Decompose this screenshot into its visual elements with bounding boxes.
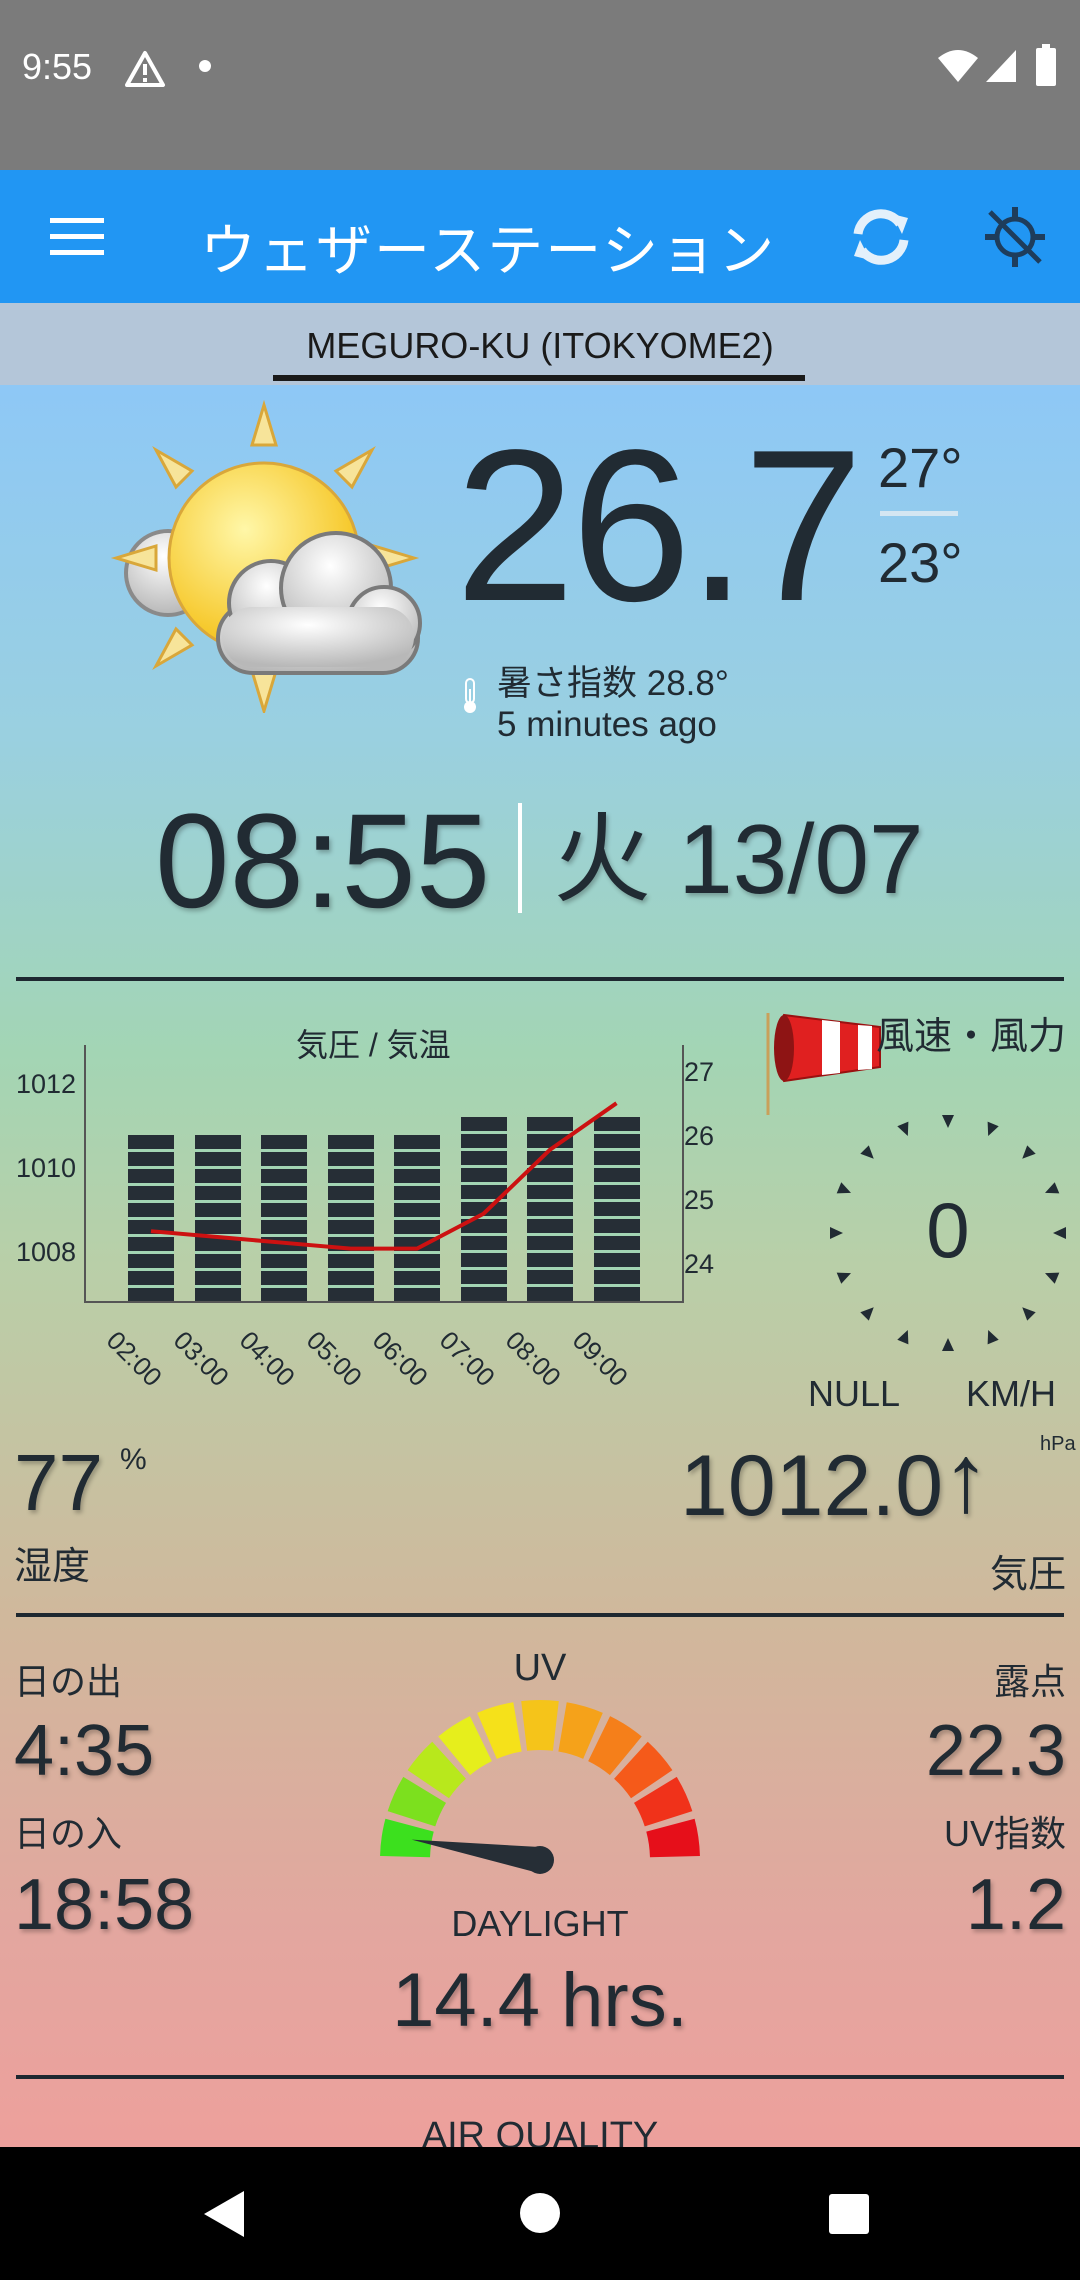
uv-gauge-hub: [526, 1846, 554, 1874]
menu-icon[interactable]: [50, 216, 104, 256]
pressure-label: 気圧: [990, 1554, 1067, 1596]
wind-dial-tick: [860, 1307, 874, 1321]
pressure-value: 1012.0: [680, 1438, 944, 1534]
uv-gauge-needle: [411, 1839, 543, 1873]
battery-icon: [1036, 44, 1056, 86]
wind-dial-tick: [1022, 1307, 1036, 1321]
sunrise-label: 日の出: [14, 1661, 123, 1702]
uv-index-value: 1.2: [965, 1865, 1066, 1945]
humidity-value: 77: [14, 1438, 103, 1527]
uv-index-label: UV指数: [943, 1813, 1066, 1854]
wind-dial-tick: [897, 1121, 909, 1136]
wind-speed: 0: [926, 1186, 970, 1274]
status-bar: 9:55: [0, 0, 1080, 170]
pressure-unit: hPa: [1040, 1433, 1076, 1455]
wind-dial-tick: [942, 1115, 954, 1128]
refresh-icon[interactable]: [848, 204, 914, 270]
air-quality-label: AIR QUALITY: [421, 2115, 659, 2147]
status-time: 9:55: [22, 46, 93, 87]
daylight-label: DAYLIGHT: [451, 1903, 629, 1944]
temperature-line: [150, 1101, 618, 1251]
home-icon[interactable]: [518, 2191, 562, 2235]
notification-dot-icon: [199, 60, 211, 72]
wind-dial-tick: [860, 1145, 874, 1159]
app-title: ウェザーステーション: [200, 219, 777, 282]
dew-point-value: 22.3: [925, 1711, 1066, 1791]
weather-content: 26.7 27° 23° 暑さ指数 28.8° 5 minutes ago 08…: [0, 385, 1080, 2147]
wind-dial-tick: [987, 1330, 999, 1345]
station-underline: [273, 375, 805, 381]
location-off-icon[interactable]: [982, 204, 1048, 270]
wifi-icon: [938, 50, 978, 82]
uv-label: UV: [513, 1647, 567, 1689]
navigation-bar: [0, 2147, 1080, 2280]
wind-dial-tick: [942, 1338, 954, 1351]
pressure-trend-arrow: ↑: [942, 1425, 990, 1532]
wind-dial-tick: [987, 1121, 999, 1136]
wind-direction: NULL: [808, 1373, 901, 1414]
humidity-label: 湿度: [14, 1546, 91, 1588]
sunrise-time: 4:35: [14, 1711, 155, 1791]
uv-gauge-segment: [521, 1700, 559, 1751]
signal-icon: [986, 50, 1016, 82]
uv-gauge-segment: [380, 1818, 434, 1858]
temperature-divider: [880, 511, 958, 516]
windsock-icon: [766, 1013, 881, 1115]
dew-point-label: 露点: [993, 1661, 1066, 1702]
high-temperature: 27°: [878, 436, 963, 499]
recents-icon[interactable]: [828, 2193, 870, 2235]
app-bar: ウェザーステーション: [0, 170, 1080, 303]
station-name[interactable]: MEGURO-KU (ITOKYOME2): [0, 325, 1080, 367]
uv-gauge: [380, 1700, 700, 1874]
back-icon[interactable]: [200, 2189, 248, 2239]
low-temperature: 23°: [878, 531, 963, 594]
daylight-hours: 14.4 hrs.: [392, 1958, 688, 2043]
pressure-temperature-chart: 1012 1010 1008 27 26 25 24 02:00 03:00 04:…: [0, 385, 714, 1392]
wind-title: 風速・風力: [876, 1016, 1067, 1058]
divider: [16, 1613, 1064, 1617]
humidity-unit: %: [120, 1443, 147, 1476]
wind-dial-tick: [897, 1330, 909, 1345]
divider: [16, 2075, 1064, 2079]
sunset-label: 日の入: [14, 1813, 123, 1854]
warning-icon: [125, 51, 165, 87]
station-bar: MEGURO-KU (ITOKYOME2): [0, 303, 1080, 385]
uv-gauge-segment: [646, 1818, 700, 1858]
sunset-time: 18:58: [14, 1865, 195, 1945]
wind-dial-tick: [1022, 1145, 1036, 1159]
wind-unit: KM/H: [966, 1373, 1056, 1414]
